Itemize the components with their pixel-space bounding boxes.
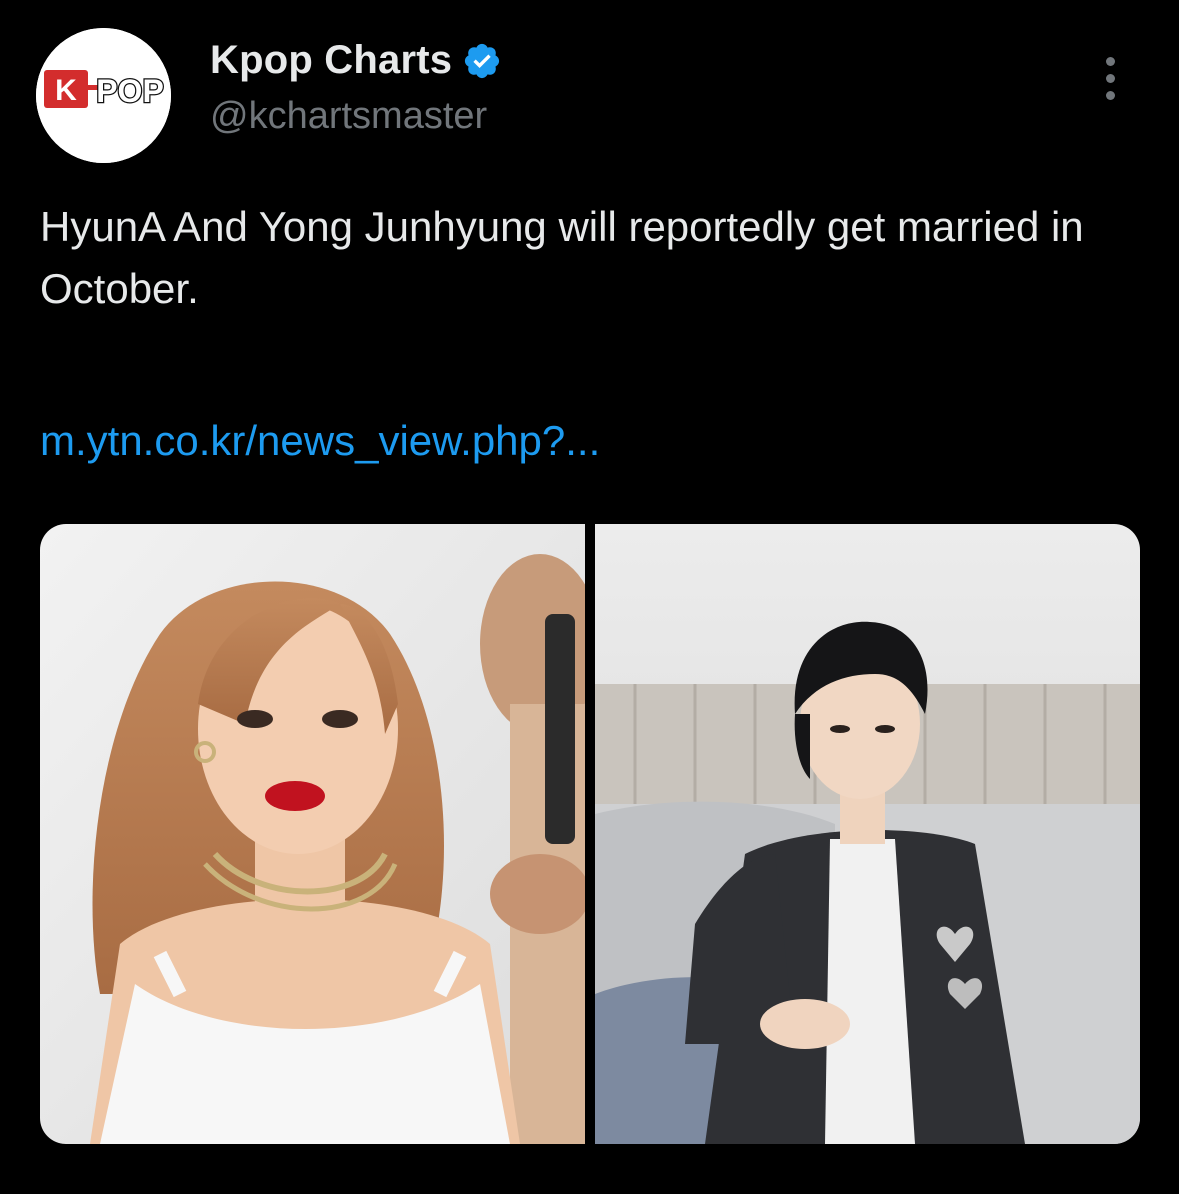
display-name[interactable]: Kpop Charts (210, 38, 452, 83)
portrait-man-image (595, 524, 1140, 1144)
portrait-woman-image (40, 524, 585, 1144)
more-dot-icon (1105, 56, 1115, 66)
svg-text:POP: POP (96, 73, 164, 109)
more-dot-icon (1105, 73, 1115, 83)
tweet-text: HyunA And Yong Junhyung will reportedly … (40, 203, 1084, 312)
verified-badge-icon (465, 43, 500, 78)
svg-text:K: K (55, 74, 77, 107)
author-handle[interactable]: @kchartsmaster (210, 95, 487, 138)
more-dot-icon (1105, 90, 1115, 100)
tweet-card: K POP Kpop Charts @kchartsmaster HyunA A… (0, 0, 1179, 1194)
media-grid (40, 524, 1140, 1144)
more-options-button[interactable] (1090, 50, 1130, 106)
profile-avatar[interactable]: K POP (36, 28, 171, 163)
photo-left[interactable] (40, 524, 585, 1144)
tweet-link[interactable]: m.ytn.co.kr/news_view.php?... (40, 410, 600, 472)
photo-right[interactable] (595, 524, 1140, 1144)
author-name-row: Kpop Charts (210, 38, 502, 83)
kpop-logo-icon: K POP (36, 28, 171, 163)
